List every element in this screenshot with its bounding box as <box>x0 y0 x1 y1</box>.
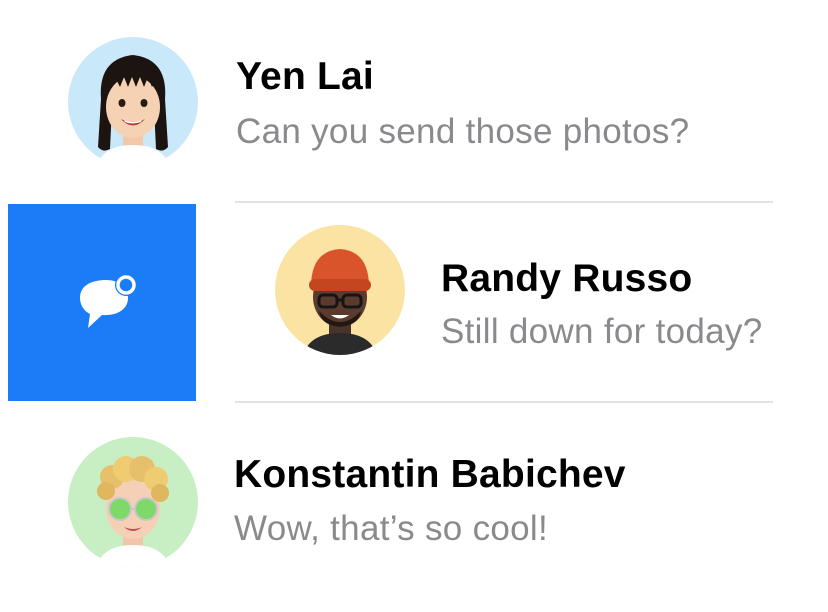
message-preview: Wow, that’s so cool! <box>234 509 549 548</box>
conversation-row-yen-lai[interactable]: Yen Lai Can you send those photos? <box>0 0 828 200</box>
message-preview: Still down for today? <box>441 312 763 351</box>
memoji-avatar-icon <box>68 37 198 167</box>
messages-list: Yen Lai Can you send those photos? Randy… <box>0 0 828 612</box>
conversation-row-randy-russo[interactable]: Randy Russo Still down for today? <box>0 202 828 402</box>
contact-name: Konstantin Babichev <box>234 453 626 496</box>
message-preview: Can you send those photos? <box>236 112 690 151</box>
row-divider <box>235 401 773 403</box>
memoji-avatar-icon <box>68 437 198 567</box>
contact-name: Randy Russo <box>441 257 693 300</box>
memoji-avatar-icon <box>275 225 405 355</box>
avatar-konstantin-babichev <box>68 437 198 567</box>
conversation-row-konstantin-babichev[interactable]: Konstantin Babichev Wow, that’s so cool! <box>0 404 828 604</box>
avatar-yen-lai <box>68 37 198 167</box>
contact-name: Yen Lai <box>236 55 374 98</box>
avatar-randy-russo <box>275 225 405 355</box>
